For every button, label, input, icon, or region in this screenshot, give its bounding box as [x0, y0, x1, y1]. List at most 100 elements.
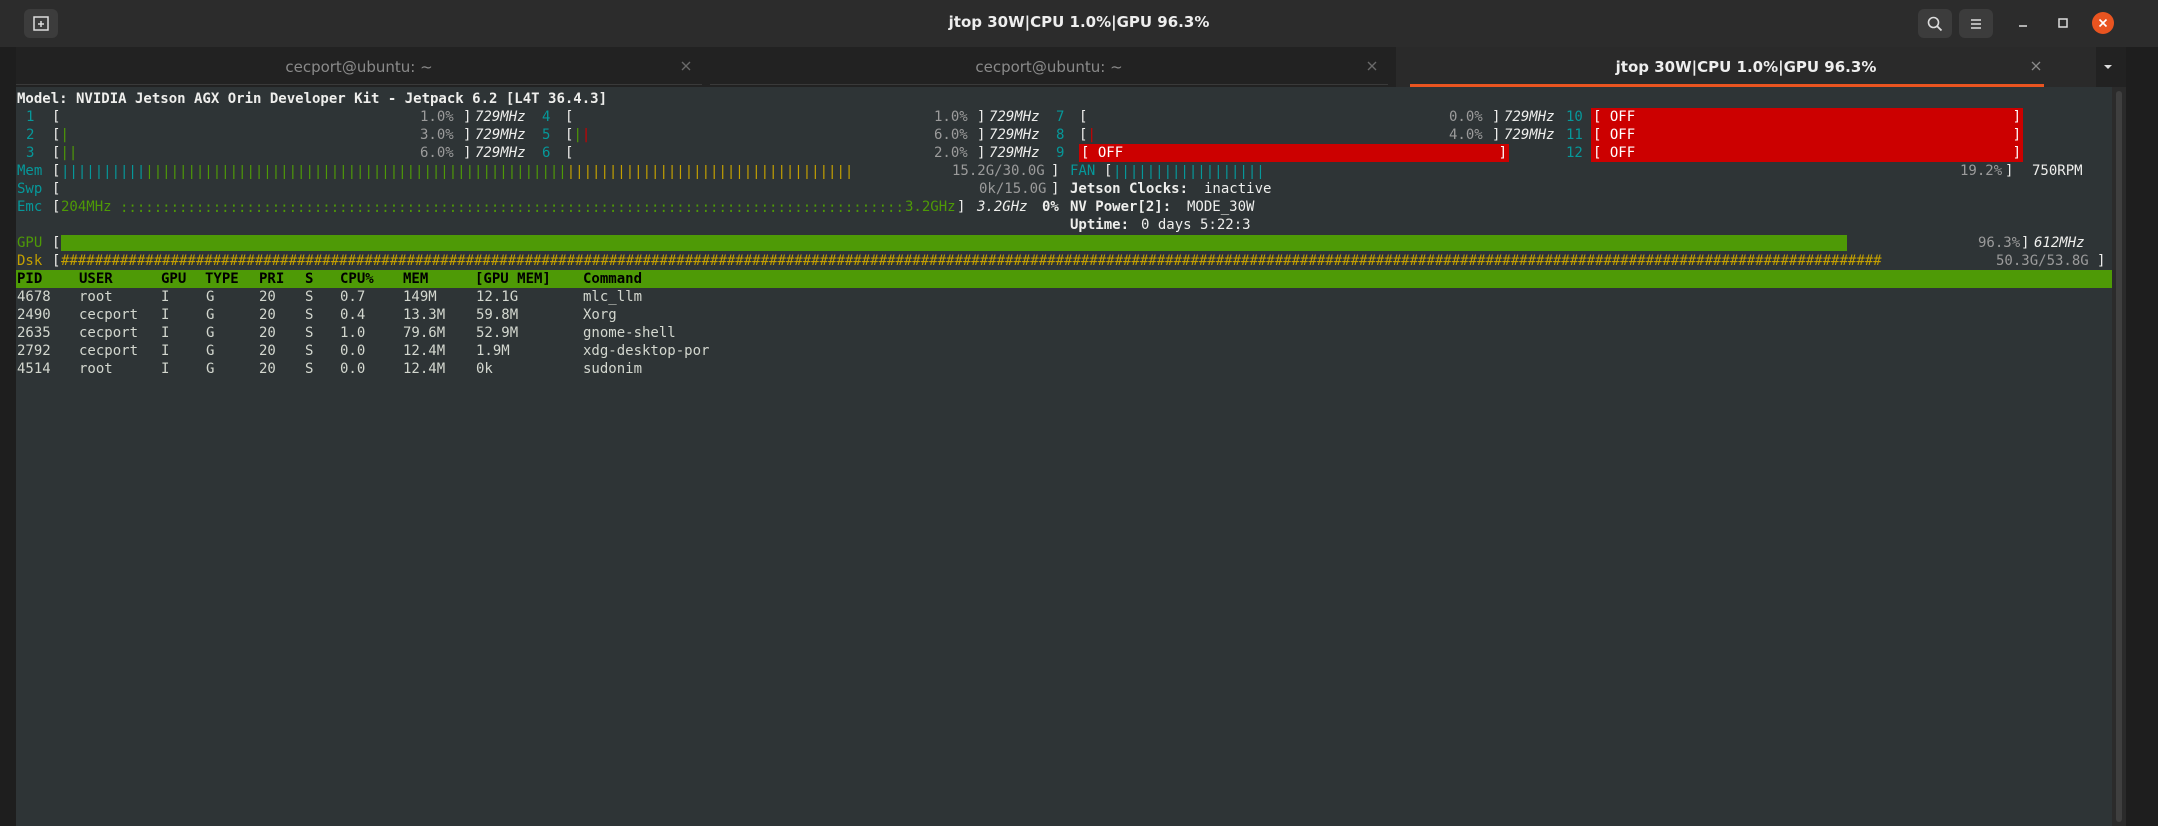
scrollbar-thumb[interactable] [2116, 91, 2122, 822]
cell-pid: 2792 [17, 343, 51, 359]
cell-pri: 20 [259, 343, 276, 359]
col-user[interactable]: USER [79, 270, 113, 288]
off-label: [ OFF [1081, 145, 1124, 161]
cell-type: G [206, 343, 215, 359]
cell-pri: 20 [259, 325, 276, 341]
emc-freq: 3.2GHz [977, 199, 1028, 215]
col-pid[interactable]: PID [17, 270, 42, 288]
cpu-id: 4 [542, 109, 551, 125]
cpu-id: 12 [1566, 145, 1583, 161]
bar-close: ] [1051, 181, 1060, 197]
tab-1[interactable]: cecport@ubuntu: ~ [16, 47, 702, 87]
table-row[interactable]: 2490 cecport I G 20 S 0.4 13.3M 59.8M Xo… [16, 306, 2112, 324]
cpu-freq: 729MHz [989, 145, 1040, 161]
window-title: jtop 30W|CPU 1.0%|GPU 96.3% [948, 13, 1210, 31]
cell-pri: 20 [259, 289, 276, 305]
cell-user: cecport [79, 307, 139, 323]
menu-button[interactable] [1959, 9, 1993, 38]
emc-min: 204MHz [61, 199, 112, 215]
minimize-button[interactable] [2012, 12, 2034, 34]
table-row[interactable]: 4678 root I G 20 S 0.7 149M 12.1G mlc_ll… [16, 288, 2112, 306]
cell-cpu: 0.7 [340, 289, 366, 305]
bar-open: [ [52, 109, 61, 125]
col-gpu-mem[interactable]: [GPU MEM] [475, 270, 551, 288]
cell-pid: 4514 [17, 361, 51, 377]
terminal-scrollbar[interactable] [2112, 87, 2126, 826]
tab-close-icon[interactable] [2030, 60, 2042, 72]
tab-close-icon[interactable] [1366, 60, 1378, 72]
bar-close: ] [957, 199, 966, 215]
cell-state: S [305, 325, 314, 341]
dsk-label: Dsk [17, 253, 43, 269]
search-button[interactable] [1918, 9, 1952, 38]
cell-mem: 12.4M [403, 361, 446, 377]
cpu-id: 1 [26, 109, 35, 125]
cell-gpu-mem: 1.9M [476, 343, 510, 359]
cell-state: S [305, 289, 314, 305]
maximize-button[interactable] [2052, 12, 2074, 34]
col-command[interactable]: Command [583, 270, 642, 288]
cell-type: G [206, 361, 215, 377]
emc-label: Emc [17, 199, 43, 215]
bar-close: ] [463, 127, 472, 143]
dsk-value: 50.3G/53.8G [1996, 253, 2089, 269]
cell-gpu-mem: 59.8M [476, 307, 519, 323]
col-gpu[interactable]: GPU [161, 270, 186, 288]
cell-gpu: I [161, 307, 170, 323]
cell-pri: 20 [259, 307, 276, 323]
cpu-freq: 729MHz [989, 109, 1040, 125]
cell-user: root [79, 361, 113, 377]
cell-gpu: I [161, 343, 170, 359]
bar-open: [| [1079, 127, 1096, 143]
cell-mem: 12.4M [403, 343, 446, 359]
cpu-off-block: [ OFF] [1591, 144, 2023, 162]
fan-label: FAN [1070, 163, 1096, 179]
tab-label: cecport@ubuntu: ~ [285, 58, 433, 76]
cell-command: gnome-shell [583, 325, 676, 341]
table-row[interactable]: 4514 root I G 20 S 0.0 12.4M 0k sudonim [16, 360, 2112, 378]
cell-gpu: I [161, 325, 170, 341]
cell-gpu-mem: 0k [476, 361, 493, 377]
bar-close: ] [463, 145, 472, 161]
minimize-icon [2019, 25, 2027, 27]
gpu-usage-bar [61, 235, 1847, 251]
cell-cpu: 0.0 [340, 361, 366, 377]
table-row[interactable]: 2635 cecport I G 20 S 1.0 79.6M 52.9M gn… [16, 324, 2112, 342]
disk-usage-bar: ########################################… [61, 253, 1882, 269]
gpu-percent: 96.3% [1978, 235, 2021, 251]
cpu-percent: 1.0% [934, 109, 968, 125]
bar-close: ] [977, 109, 986, 125]
cpu-off-block: [ OFF] [1591, 108, 2023, 126]
emc-max: 3.2GHz [905, 199, 956, 215]
cpu-freq: 729MHz [475, 127, 526, 143]
nv-power-label: NV Power[2]: [1070, 199, 1172, 215]
col-type[interactable]: TYPE [205, 270, 239, 288]
col-cpu-percent[interactable]: CPU% [340, 270, 374, 288]
cpu-percent: 2.0% [934, 145, 968, 161]
bar-open: [ [52, 181, 61, 197]
cell-mem: 13.3M [403, 307, 446, 323]
col-state[interactable]: S [305, 270, 313, 288]
tab-close-icon[interactable] [680, 60, 692, 72]
tab-3-active[interactable]: jtop 30W|CPU 1.0%|GPU 96.3% [1396, 47, 2096, 87]
cell-user: cecport [79, 325, 139, 341]
col-mem[interactable]: MEM [403, 270, 428, 288]
tab-list-dropdown-icon[interactable] [2100, 59, 2116, 75]
bar-close: ] [2005, 163, 2014, 179]
off-label: [ OFF [1593, 127, 1636, 143]
bar-close: ] [1492, 109, 1501, 125]
cell-cpu: 1.0 [340, 325, 366, 341]
cell-gpu-mem: 52.9M [476, 325, 519, 341]
table-row[interactable]: 2792 cecport I G 20 S 0.0 12.4M 1.9M xdg… [16, 342, 2112, 360]
close-icon [2098, 18, 2108, 28]
bar-open: [ [52, 235, 61, 251]
col-pri[interactable]: PRI [259, 270, 284, 288]
terminal-view[interactable]: Model: NVIDIA Jetson AGX Orin Developer … [16, 87, 2112, 826]
bar-open: [ [1104, 163, 1113, 179]
cell-pid: 2635 [17, 325, 51, 341]
emc-percent: 0% [1042, 199, 1059, 215]
tab-2[interactable]: cecport@ubuntu: ~ [710, 47, 1388, 87]
close-window-button[interactable] [2092, 12, 2114, 34]
cell-state: S [305, 307, 314, 323]
uptime-value: 0 days 5:22:3 [1141, 217, 1251, 233]
